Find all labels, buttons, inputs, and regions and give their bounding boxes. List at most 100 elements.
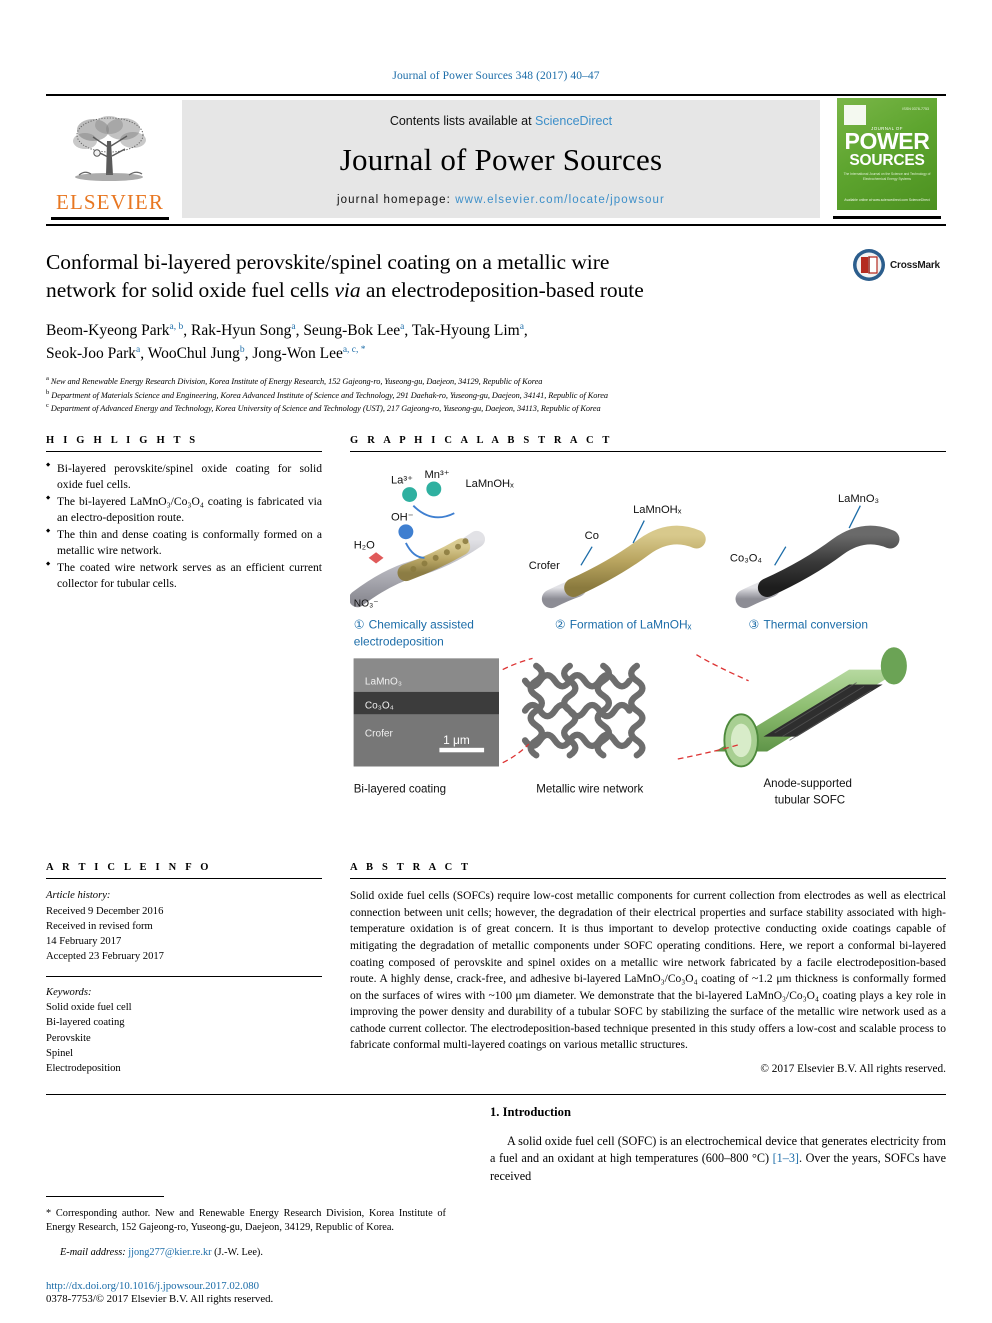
author-name: Seok-Joo Park bbox=[46, 345, 136, 362]
contents-prefix: Contents lists available at bbox=[389, 114, 536, 128]
author-entry[interactable]: Seung-Bok Leea, bbox=[303, 322, 412, 339]
keyword-item: Spinel bbox=[46, 1047, 74, 1059]
crossmark-badge[interactable]: CrossMark bbox=[852, 240, 946, 290]
cover-word-sources: SOURCES bbox=[849, 152, 925, 169]
species-lamnohx: LaMnOHₓ bbox=[465, 478, 514, 490]
panel-2-number: ② bbox=[555, 618, 566, 632]
caption-wire-network: Metallic wire network bbox=[536, 783, 643, 795]
keywords-label: Keywords: bbox=[46, 987, 92, 999]
citation-link[interactable]: [1–3] bbox=[773, 1151, 799, 1165]
history-accepted: Accepted 23 February 2017 bbox=[46, 950, 164, 962]
abstract-rule bbox=[350, 878, 946, 880]
author-entry[interactable]: Rak-Hyun Songa, bbox=[191, 322, 303, 339]
journal-cover-image: ISSN 0378-7753 JOURNAL OF POWER SOURCES … bbox=[837, 98, 937, 210]
graphical-abstract-figure: La³⁺ Mn³⁺ LaMnOHₓ OH⁻ H₂O NO₃⁻ ① Chemica… bbox=[349, 469, 907, 807]
elsevier-rule bbox=[51, 217, 169, 220]
cover-elsevier-badge bbox=[844, 105, 866, 125]
journal-homepage-line: journal homepage: www.elsevier.com/locat… bbox=[337, 194, 665, 206]
wire-label-lamnohx: LaMnOHₓ bbox=[633, 504, 682, 516]
graphical-abstract-column: G R A P H I C A L A B S T R A C T La³⁺ M… bbox=[336, 435, 946, 839]
email-suffix: (J.-W. Lee). bbox=[211, 1246, 263, 1258]
affiliation-mark: c bbox=[46, 402, 49, 410]
masthead-center-panel: Contents lists available at ScienceDirec… bbox=[182, 100, 820, 218]
author-name: Seung-Bok Lee bbox=[303, 321, 401, 339]
keyword-item: Perovskite bbox=[46, 1032, 91, 1044]
issn-copyright: 0378-7753/© 2017 Elsevier B.V. All right… bbox=[46, 1292, 274, 1305]
affiliation-mark: b bbox=[46, 388, 50, 396]
affiliation-mark: a bbox=[46, 375, 49, 383]
highlights-column: H I G H L I G H T S Bi-layered perovskit… bbox=[46, 435, 336, 839]
crossmark-icon bbox=[853, 249, 885, 281]
author-entry[interactable]: Jong-Won Leea, c, * bbox=[252, 345, 365, 362]
author-name: Jong-Won Lee bbox=[252, 345, 343, 362]
author-sep: , bbox=[183, 321, 192, 339]
panel-3-caption: Thermal conversion bbox=[763, 618, 868, 632]
wire-label-lamno3: LaMnO₃ bbox=[838, 493, 879, 505]
species-mn: Mn³⁺ bbox=[425, 469, 450, 481]
list-item: The thin and dense coating is conformall… bbox=[46, 527, 322, 559]
author-sep: , bbox=[523, 321, 528, 339]
corresponding-author-note: * Corresponding author. New and Renewabl… bbox=[46, 1207, 446, 1235]
caption-bilayer-coating: Bi-layered coating bbox=[354, 783, 446, 795]
keyword-item: Bi-layered coating bbox=[46, 1017, 125, 1029]
species-la: La³⁺ bbox=[391, 474, 413, 486]
author-affil-marks: a, c, * bbox=[342, 344, 366, 355]
abstract-text: Solid oxide fuel cells (SOFCs) require l… bbox=[350, 890, 946, 1052]
panel-1-caption-line2: electrodeposition bbox=[354, 634, 444, 648]
wire-label-crofer-2: Crofer bbox=[529, 560, 560, 572]
sem-scale-bar-label: 1 μm bbox=[443, 733, 470, 747]
author-list: Beom-Kyeong Parka, b, Rak-Hyun Songa, Se… bbox=[46, 319, 846, 366]
author-name: WooChul Jung bbox=[147, 345, 240, 362]
panel-3-number: ③ bbox=[749, 618, 760, 632]
article-info-heading: A R T I C L E I N F O bbox=[46, 862, 212, 874]
author-entry[interactable]: WooChul Jungb, bbox=[148, 345, 253, 362]
contents-available-line: Contents lists available at ScienceDirec… bbox=[390, 114, 612, 128]
sem-layer-crofer: Crofer bbox=[365, 729, 394, 740]
author-name: Tak-Hyoung Lim bbox=[411, 321, 520, 339]
introduction-paragraph: A solid oxide fuel cell (SOFC) is an ele… bbox=[490, 1133, 946, 1185]
article-info-column: A R T I C L E I N F O Article history: R… bbox=[46, 862, 336, 1076]
info-abstract-row: A R T I C L E I N F O Article history: R… bbox=[46, 862, 946, 1076]
author-name: Beom-Kyeong Park bbox=[46, 321, 170, 339]
title-line-1: Conformal bi-layered perovskite/spinel c… bbox=[46, 250, 610, 274]
wire-label-co3o4: Co₃O₄ bbox=[730, 552, 762, 564]
caption-sofc-line1: Anode-supported bbox=[763, 778, 851, 790]
journal-cover: ISSN 0378-7753 JOURNAL OF POWER SOURCES … bbox=[828, 96, 946, 224]
email-note: E-mail address: jjong277@kier.re.kr (J.-… bbox=[46, 1246, 446, 1260]
doi-link[interactable]: http://dx.doi.org/10.1016/j.jpowsour.201… bbox=[46, 1280, 446, 1292]
keywords-rule bbox=[46, 976, 322, 978]
crossmark-label: CrossMark bbox=[890, 259, 940, 271]
homepage-url-link[interactable]: www.elsevier.com/locate/jpowsour bbox=[455, 194, 665, 206]
cover-subtitle: The International Journal on the Science… bbox=[843, 172, 931, 181]
cover-footer-text: Available online at www.sciencedirect.co… bbox=[844, 197, 930, 202]
homepage-prefix: journal homepage: bbox=[337, 194, 456, 206]
author-entry[interactable]: Beom-Kyeong Parka, b, bbox=[46, 322, 191, 339]
cover-rule bbox=[833, 216, 941, 219]
author-entry[interactable]: Seok-Joo Parka, bbox=[46, 345, 148, 362]
article-history: Article history: Received 9 December 201… bbox=[46, 888, 322, 964]
highlights-heading: H I G H L I G H T S bbox=[46, 434, 199, 446]
title-line-2b: an electrodeposition-based route bbox=[360, 278, 644, 303]
keyword-item: Electrodeposition bbox=[46, 1062, 121, 1074]
email-link[interactable]: jjong277@kier.re.kr bbox=[128, 1247, 211, 1258]
affiliation-c: c Department of Advanced Energy and Tech… bbox=[46, 401, 946, 415]
keywords-block: Keywords: Solid oxide fuel cell Bi-layer… bbox=[46, 985, 322, 1076]
footnote-group: * Corresponding author. New and Renewabl… bbox=[46, 1196, 446, 1305]
list-item: The bi-layered LaMnO₃/Co₃O₄ coating is f… bbox=[46, 494, 322, 526]
paper-page: Journal of Power Sources 348 (2017) 40–4… bbox=[0, 0, 992, 1323]
title-block: CrossMark Conformal bi-layered perovskit… bbox=[46, 226, 946, 415]
history-revised-date: 14 February 2017 bbox=[46, 935, 122, 947]
footnote-column: * Corresponding author. New and Renewabl… bbox=[46, 1105, 466, 1305]
corresponding-text: Corresponding author. New and Renewable … bbox=[46, 1208, 446, 1234]
journal-title: Journal of Power Sources bbox=[339, 142, 663, 177]
history-received: Received 9 December 2016 bbox=[46, 905, 164, 917]
panel-1-caption-line1: Chemically assisted bbox=[369, 618, 474, 632]
body-separator-rule bbox=[46, 1093, 946, 1095]
footer-intro-row: * Corresponding author. New and Renewabl… bbox=[46, 1105, 946, 1305]
sciencedirect-link[interactable]: ScienceDirect bbox=[535, 114, 612, 128]
footnote-rule bbox=[46, 1196, 164, 1198]
affiliation-text: Department of Materials Science and Engi… bbox=[51, 390, 608, 400]
cover-corner-text: ISSN 0378-7753 bbox=[902, 107, 929, 111]
abstract-heading: A B S T R A C T bbox=[350, 862, 472, 874]
author-entry[interactable]: Tak-Hyoung Lima, bbox=[412, 322, 528, 339]
